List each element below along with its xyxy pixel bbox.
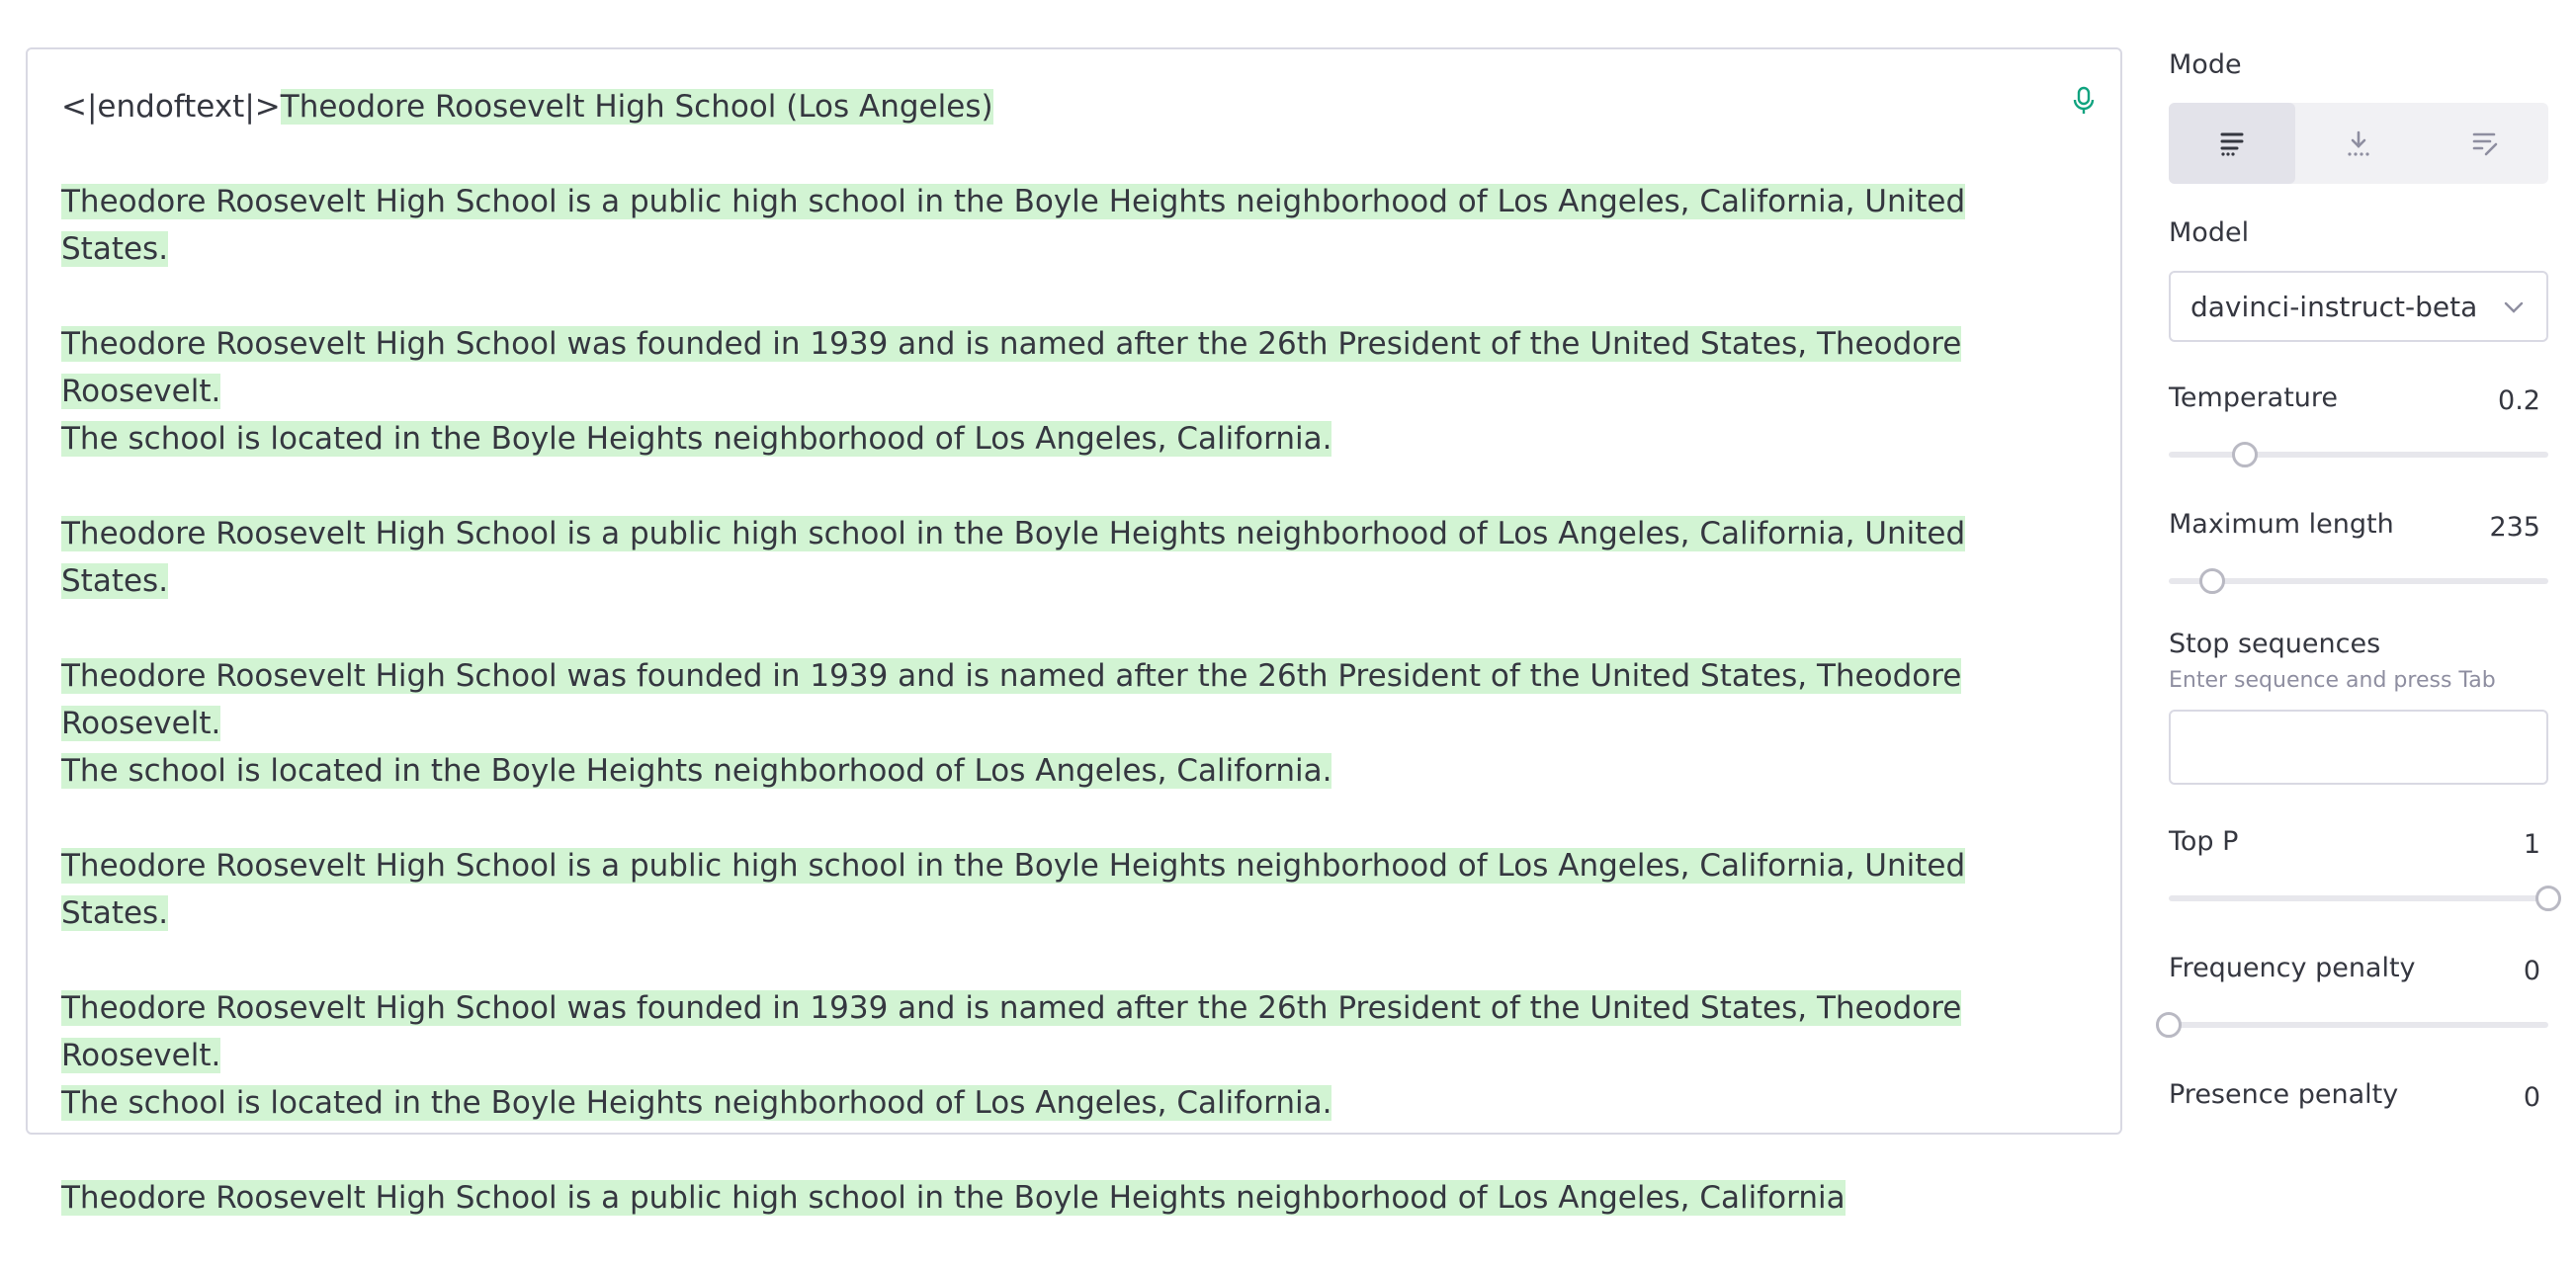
mode-label: Mode <box>2169 49 2242 80</box>
temperature-label: Temperature <box>2169 382 2339 413</box>
edit-mode-icon <box>2472 132 2498 156</box>
model-label: Model <box>2169 217 2250 248</box>
presence-penalty-value[interactable]: 0 <box>2461 1082 2540 1113</box>
top-p-slider[interactable] <box>2169 895 2548 901</box>
top-p-slider-thumb[interactable] <box>2535 886 2561 911</box>
generated-text-line: Theodore Roosevelt High School is a publ… <box>61 184 1966 267</box>
generated-text-line: Theodore Roosevelt High School is a publ… <box>61 516 1966 599</box>
generated-text-line: The school is located in the Boyle Heigh… <box>61 753 1332 789</box>
generated-paragraph: Theodore Roosevelt High School was found… <box>61 984 2068 1127</box>
editor-title-line: <|endoftext|>Theodore Roosevelt High Sch… <box>61 83 2068 130</box>
maximum-length-slider-thumb[interactable] <box>2199 568 2226 594</box>
generated-paragraph: Theodore Roosevelt High School is a publ… <box>61 178 2068 273</box>
insert-mode-button[interactable] <box>2295 103 2422 184</box>
complete-mode-icon <box>2220 132 2244 156</box>
stop-sequences-input[interactable] <box>2169 710 2548 785</box>
generated-text-line: Theodore Roosevelt High School was found… <box>61 326 1962 409</box>
complete-mode-button[interactable] <box>2169 103 2295 184</box>
stop-sequences-hint: Enter sequence and press Tab <box>2169 668 2496 693</box>
generated-paragraph: Theodore Roosevelt High School is a publ… <box>61 1174 2068 1222</box>
prompt-title: Theodore Roosevelt High School (Los Ange… <box>280 89 993 125</box>
frequency-penalty-slider[interactable] <box>2169 1022 2548 1028</box>
temperature-slider[interactable] <box>2169 452 2548 458</box>
generated-text-line: Theodore Roosevelt High School is a publ… <box>61 1180 1846 1216</box>
temperature-value[interactable]: 0.2 <box>2461 385 2540 416</box>
insert-mode-icon <box>2348 130 2369 156</box>
top-p-value[interactable]: 1 <box>2461 829 2540 860</box>
chevron-down-icon <box>2504 301 2524 313</box>
prompt-prefix: <|endoftext|> <box>61 89 281 125</box>
generated-paragraph: Theodore Roosevelt High School was found… <box>61 652 2068 795</box>
model-select[interactable]: davinci-instruct-beta <box>2169 271 2548 342</box>
edit-mode-button[interactable] <box>2422 103 2548 184</box>
generated-paragraph: Theodore Roosevelt High School is a publ… <box>61 842 2068 937</box>
generated-text-line: Theodore Roosevelt High School was found… <box>61 990 1962 1073</box>
generated-text-line: The school is located in the Boyle Heigh… <box>61 421 1332 457</box>
frequency-penalty-label: Frequency penalty <box>2169 953 2416 983</box>
generated-text-line: Theodore Roosevelt High School was found… <box>61 658 1962 741</box>
presence-penalty-label: Presence penalty <box>2169 1079 2399 1110</box>
model-select-value: davinci-instruct-beta <box>2190 290 2478 323</box>
microphone-icon[interactable] <box>2066 83 2102 119</box>
maximum-length-value[interactable]: 235 <box>2461 512 2540 543</box>
prompt-editor[interactable]: <|endoftext|>Theodore Roosevelt High Sch… <box>26 47 2122 1216</box>
stop-sequences-label: Stop sequences <box>2169 629 2381 659</box>
maximum-length-slider[interactable] <box>2169 578 2548 584</box>
top-p-label: Top P <box>2169 826 2239 857</box>
settings-sidebar: Mode Model davinci-instruct-beta Tempera… <box>2156 0 2564 1115</box>
generated-text-line: Theodore Roosevelt High School is a publ… <box>61 848 1966 931</box>
editor-document: <|endoftext|>Theodore Roosevelt High Sch… <box>61 83 2068 1269</box>
temperature-slider-thumb[interactable] <box>2231 442 2258 467</box>
generated-paragraph: Theodore Roosevelt High School is a publ… <box>61 510 2068 605</box>
frequency-penalty-slider-thumb[interactable] <box>2156 1012 2182 1038</box>
maximum-length-label: Maximum length <box>2169 509 2394 540</box>
mode-selector <box>2169 103 2548 184</box>
generated-text-line: The school is located in the Boyle Heigh… <box>61 1085 1332 1121</box>
frequency-penalty-value[interactable]: 0 <box>2461 956 2540 986</box>
generated-paragraph: Theodore Roosevelt High School was found… <box>61 320 2068 463</box>
